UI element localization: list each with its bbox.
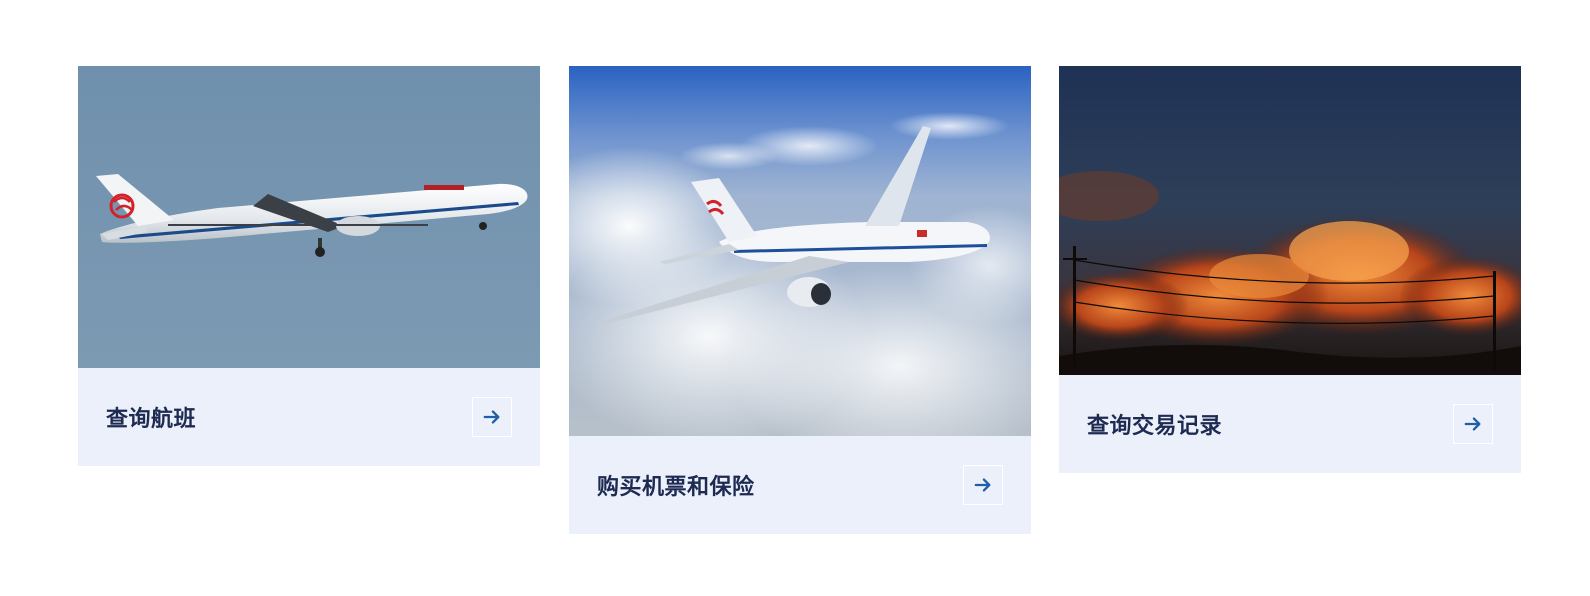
card-image-sunset-clouds[interactable] [1059, 66, 1521, 375]
arrow-button[interactable] [963, 465, 1003, 505]
card-transaction-records[interactable]: 查询交易记录 [1059, 66, 1521, 473]
arrow-right-icon [483, 410, 500, 424]
card-image-plane-sky[interactable] [78, 66, 540, 368]
arrow-button[interactable] [1453, 404, 1493, 444]
card-footer: 查询交易记录 [1059, 375, 1521, 473]
card-title[interactable]: 查询航班 [106, 401, 196, 433]
card-buy-ticket-insurance[interactable]: 购买机票和保险 [569, 66, 1031, 534]
card-title[interactable]: 购买机票和保险 [597, 469, 755, 501]
arrow-right-icon [974, 478, 991, 492]
card-image-plane-clouds[interactable] [569, 66, 1031, 436]
arrow-button[interactable] [472, 397, 512, 437]
card-title[interactable]: 查询交易记录 [1087, 408, 1222, 440]
arrow-right-icon [1464, 417, 1481, 431]
card-footer: 查询航班 [78, 368, 540, 466]
card-footer: 购买机票和保险 [569, 436, 1031, 534]
card-flight-query[interactable]: 查询航班 [78, 66, 540, 466]
